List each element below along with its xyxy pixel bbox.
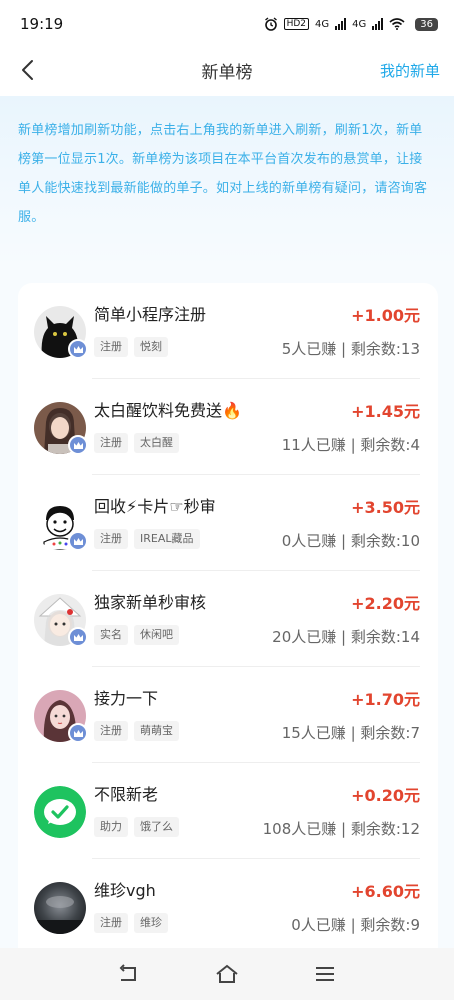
back-arrow-icon — [119, 964, 136, 981]
task-tag: 注册 — [94, 721, 128, 741]
crown-badge-icon — [68, 627, 88, 647]
task-reward: +6.60元 — [351, 882, 420, 901]
task-tag: 太白醒 — [134, 433, 179, 453]
status-icons: HD2 4G 4G 36 — [264, 17, 438, 31]
menu-icon — [316, 967, 334, 981]
task-list: 简单小程序注册 +1.00元 注册 悦刻 5人已赚 | 剩余数:13 太白醒饮料免费送🔥 +… — [18, 283, 438, 948]
task-tags: 注册 太白醒 — [94, 433, 179, 453]
task-stats: 0人已赚 | 剩余数:10 — [281, 532, 420, 550]
task-tag: 维珍 — [134, 913, 168, 933]
chevron-left-icon — [22, 60, 33, 80]
network-label-1: 4G — [315, 18, 330, 30]
home-nav-button[interactable] — [212, 959, 242, 989]
task-row[interactable]: 维珍vgh +6.60元注册 维珍 0人已赚 | 剩余数:9 — [18, 859, 438, 948]
task-reward: +1.00元 — [351, 306, 420, 325]
task-stats: 15人已赚 | 剩余数:7 — [281, 724, 420, 742]
page-title: 新单榜 — [201, 62, 253, 83]
status-time: 19:19 — [20, 15, 64, 33]
crown-badge-icon — [68, 339, 88, 359]
task-tag: 注册 — [94, 433, 128, 453]
back-button[interactable] — [14, 56, 42, 84]
task-tag: 助力 — [94, 817, 128, 837]
notice-text: 新单榜增加刷新功能，点击右上角我的新单进入刷新，刷新1次，新单榜第一位显示1次。… — [18, 123, 428, 225]
battery-icon: 36 — [415, 17, 438, 31]
task-reward: +3.50元 — [351, 498, 420, 517]
my-new-orders-link[interactable]: 我的新单 — [380, 60, 440, 81]
crown-badge-icon — [68, 531, 88, 551]
task-title: 回收⚡卡片☞秒审 — [94, 497, 216, 516]
task-tags: 注册 IREAL藏品 — [94, 529, 200, 549]
task-row[interactable]: 简单小程序注册 +1.00元注册 悦刻 5人已赚 | 剩余数:13 — [18, 283, 438, 379]
task-row[interactable]: 回收⚡卡片☞秒审 +3.50元注册 IREAL藏品 0人已赚 | 剩余数:10 — [18, 475, 438, 571]
home-icon — [216, 964, 238, 983]
task-reward: +0.20元 — [351, 786, 420, 805]
task-row[interactable]: 太白醒饮料免费送🔥 +1.45元注册 太白醒 11人已赚 | 剩余数:4 — [18, 379, 438, 475]
wifi-icon — [389, 18, 405, 30]
task-title: 维珍vgh — [94, 881, 156, 900]
task-tags: 助力 饿了么 — [94, 817, 179, 837]
task-tag: 注册 — [94, 913, 128, 933]
system-nav-bar — [0, 948, 454, 1000]
crown-badge-icon — [68, 435, 88, 455]
task-stats: 5人已赚 | 剩余数:13 — [281, 340, 420, 358]
task-title: 独家新单秒审核 — [94, 593, 207, 612]
task-tag: IREAL藏品 — [134, 529, 200, 549]
alarm-icon — [264, 17, 277, 31]
task-tags: 注册 悦刻 — [94, 337, 168, 357]
task-stats: 108人已赚 | 剩余数:12 — [262, 820, 420, 838]
task-tag: 饿了么 — [134, 817, 179, 837]
task-title: 不限新老 — [94, 785, 159, 804]
network-label-2: 4G — [352, 18, 367, 30]
task-tags: 实名 休闲吧 — [94, 625, 179, 645]
task-reward: +2.20元 — [351, 594, 420, 613]
task-stats: 0人已赚 | 剩余数:9 — [291, 916, 420, 934]
task-row[interactable]: 独家新单秒审核 +2.20元实名 休闲吧 20人已赚 | 剩余数:14 — [18, 571, 438, 667]
task-tag: 萌萌宝 — [134, 721, 179, 741]
signal-icon — [335, 18, 347, 30]
task-row[interactable]: 接力一下 +1.70元注册 萌萌宝 15人已赚 | 剩余数:7 — [18, 667, 438, 763]
task-row[interactable]: 不限新老 +0.20元助力 饿了么 108人已赚 | 剩余数:12 — [18, 763, 438, 859]
task-stats: 20人已赚 | 剩余数:14 — [272, 628, 420, 646]
hd-badge: HD2 — [283, 18, 310, 30]
notice-banner: 新单榜增加刷新功能，点击右上角我的新单进入刷新，刷新1次，新单榜第一位显示1次。… — [0, 96, 454, 266]
crown-badge-icon — [68, 723, 88, 743]
status-bar: 19:19 HD2 4G 4G 36 — [0, 0, 454, 48]
task-tags: 注册 萌萌宝 — [94, 721, 179, 741]
back-nav-button[interactable] — [114, 959, 144, 989]
signal-icon-2 — [372, 18, 384, 30]
page-header: 新单榜 我的新单 — [0, 48, 454, 92]
task-stats: 11人已赚 | 剩余数:4 — [281, 436, 420, 454]
task-tag: 注册 — [94, 337, 128, 357]
task-tag: 实名 — [94, 625, 128, 645]
task-tag: 注册 — [94, 529, 128, 549]
task-title: 接力一下 — [94, 689, 159, 708]
task-title: 简单小程序注册 — [94, 305, 207, 324]
task-tag: 休闲吧 — [134, 625, 179, 645]
task-title: 太白醒饮料免费送🔥 — [94, 401, 242, 420]
menu-nav-button[interactable] — [310, 959, 340, 989]
task-reward: +1.70元 — [351, 690, 420, 709]
task-reward: +1.45元 — [351, 402, 420, 421]
night-sky-avatar — [34, 882, 86, 934]
task-tag: 悦刻 — [134, 337, 168, 357]
task-tags: 注册 维珍 — [94, 913, 168, 933]
green-check-avatar — [34, 786, 86, 838]
